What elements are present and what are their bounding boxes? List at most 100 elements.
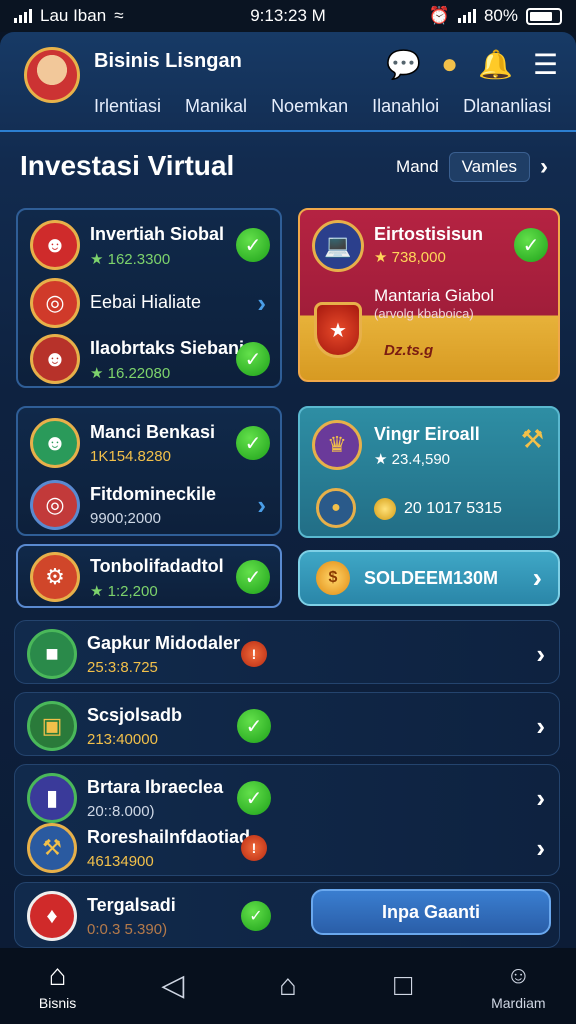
check-icon: ✓ <box>236 426 270 460</box>
coin-bag-icon[interactable]: ● <box>441 48 458 81</box>
app-header: Bisinis Lisngan 💬 ● 🔔 ☰ Irlentiasi Manik… <box>0 32 576 132</box>
alarm-icon: ⏰ <box>428 6 450 25</box>
tab-2[interactable]: Manikal <box>185 96 247 117</box>
computer-icon: 💻 <box>312 220 364 272</box>
battery-icon <box>526 7 562 25</box>
target-icon: ◎ <box>30 480 80 530</box>
tab-1[interactable]: Irlentiasi <box>94 96 161 117</box>
chevron-right-icon[interactable]: › <box>536 711 545 742</box>
card-icon: ■ <box>27 629 77 679</box>
nav-back[interactable]: ◁ <box>133 971 213 1001</box>
tab-4[interactable]: Ilanahloi <box>372 96 439 117</box>
gold-button[interactable]: $ SOLDEEM130M › <box>298 550 560 606</box>
item-title: Tonbolifadadtol <box>90 556 224 576</box>
gear-icon: ⚙ <box>30 552 80 602</box>
card-title: Eirtostisisun <box>374 224 484 244</box>
tab-5[interactable]: Dlananliasi <box>463 96 551 117</box>
item-title: Tergalsadi <box>87 895 176 915</box>
investment-card-3[interactable]: ⚙ Tonbolifadadtol ★ 1:2,200 ✓ <box>16 544 282 608</box>
target-icon: ◎ <box>30 278 80 328</box>
nav-profile[interactable]: ☺ Mardiam <box>478 961 558 1011</box>
item-value: 1K154.8280 <box>90 448 171 465</box>
check-icon: ✓ <box>237 709 271 743</box>
investment-card-2: ☻ Manci Benkasi 1K154.8280 ✓ ◎ Fitdomine… <box>16 406 282 536</box>
trophy-icon: ♛ <box>312 420 362 470</box>
card-tag: Dz.ts.g <box>384 342 434 359</box>
card-line2: (arvolg kbaboica) <box>374 306 474 321</box>
teal-card[interactable]: ♛ Vingr Eiroall ★ 23.4,590 ⚒ ● 20 1017 5… <box>298 406 560 538</box>
item-title: Eebai Hialiate <box>90 292 202 312</box>
item-value: 46134900 <box>87 853 154 870</box>
menu-icon[interactable]: ☰ <box>533 48 558 81</box>
investment-card-1: ☻ Invertiah Siobal ★ 162.3300 ✓ ◎ Eebai … <box>16 208 282 388</box>
featured-card[interactable]: 💻 Eirtostisisun ★ 738,000 ✓ ★ Mantaria G… <box>298 208 560 382</box>
check-icon: ✓ <box>514 228 548 262</box>
action-button[interactable]: Inpa Gaanti <box>311 889 551 935</box>
avatar[interactable] <box>24 47 80 103</box>
check-icon: ✓ <box>236 228 270 262</box>
list-item[interactable]: ⚙ Tonbolifadadtol ★ 1:2,200 ✓ <box>18 546 280 606</box>
list-item-5[interactable]: ♦ Tergalsadi 0:0.3 5.390) ✓ Inpa Gaanti <box>14 882 560 948</box>
list-item[interactable]: ◎ Fitdomineckile 9900;2000 › <box>18 474 280 534</box>
app-window: Bisinis Lisngan 💬 ● 🔔 ☰ Irlentiasi Manik… <box>0 32 576 948</box>
item-value: ★ 162.3300 <box>90 251 171 268</box>
card-value: ★ 23.4,590 <box>374 451 451 468</box>
segment-right[interactable]: Vamles <box>448 152 530 182</box>
item-title: Manci Benkasi <box>90 422 216 442</box>
chevron-right-icon[interactable]: › <box>536 639 545 670</box>
item-title: Fitdomineckile <box>90 484 217 504</box>
chevron-right-icon[interactable]: › <box>257 490 266 521</box>
list-item-group: ▮ Brtara Ibraeclea 20::8.000) ✓ › ⚒ Rore… <box>14 764 560 876</box>
list-item[interactable]: ☻ Manci Benkasi 1K154.8280 ✓ <box>18 412 280 472</box>
battery-percent: 80% <box>483 6 518 25</box>
list-item[interactable]: ⚒ Roreshailnfdaotiad 46134900 ! › <box>15 817 559 877</box>
avatar-icon: ☻ <box>30 220 80 270</box>
item-title: Invertiah Siobal <box>90 224 225 244</box>
alert-icon: ! <box>241 835 267 861</box>
coin-value: 20 1017 5315 <box>404 500 502 517</box>
page-title: Bisinis Lisngan <box>94 50 242 72</box>
list-item[interactable]: ☻ Invertiah Siobal ★ 162.3300 ✓ <box>18 214 280 274</box>
item-value: ★ 1:2,200 <box>90 583 158 600</box>
check-icon: ✓ <box>236 560 270 594</box>
person-icon: ☺ <box>506 962 531 989</box>
card-line1: Mantaria Giabol <box>374 286 495 305</box>
chevron-right-icon[interactable]: › <box>536 833 545 864</box>
house-icon: ⌂ <box>48 959 67 992</box>
card-value: ★ 738,000 <box>374 249 446 266</box>
shield-icon: ★ <box>314 302 362 358</box>
coin-badge-icon: ● <box>316 488 356 528</box>
chevron-right-icon[interactable]: › <box>257 288 266 319</box>
chevron-right-icon[interactable]: › <box>540 153 548 181</box>
avatar-icon: ☻ <box>30 334 80 384</box>
check-icon: ✓ <box>236 342 270 376</box>
wrench-icon: ⚒ <box>27 823 77 873</box>
nav-profile-label: Mardiam <box>491 995 546 1011</box>
list-item-1[interactable]: ■ Gapkur Midodaler 25:3:8.725 ! › <box>14 620 560 684</box>
coin-icon: $ <box>316 561 350 595</box>
wifi-icon: ≈ <box>114 6 124 25</box>
item-value: 213:40000 <box>87 731 158 748</box>
tab-3[interactable]: Noemkan <box>271 96 348 117</box>
item-title: Roreshailnfdaotiad <box>87 827 251 847</box>
nav-home[interactable]: ⌂ Bisnis <box>18 959 98 1012</box>
list-item[interactable]: ◎ Eebai Hialiate › <box>18 272 280 332</box>
avatar-icon: ☻ <box>30 418 80 468</box>
chevron-right-icon[interactable]: › <box>536 783 545 814</box>
chat-icon[interactable]: 💬 <box>386 48 421 81</box>
alert-icon: ! <box>241 641 267 667</box>
check-icon: ✓ <box>241 901 271 931</box>
item-value: ★ 16.22080 <box>90 365 171 382</box>
coin-icon <box>374 498 396 520</box>
home-outline-icon: ⌂ <box>278 969 298 1002</box>
card-title: Vingr Eiroall <box>374 424 480 444</box>
list-item-2[interactable]: ▣ Scsjolsadb 213:40000 ✓ › <box>14 692 560 756</box>
bottom-nav: ⌂ Bisnis ◁ ⌂ □ ☺ Mardiam <box>0 948 576 1024</box>
nav-recents[interactable]: □ <box>363 971 443 1001</box>
list-item[interactable]: ☻ Ilaobrtaks Siebani ★ 16.22080 ✓ <box>18 328 280 388</box>
nav-home-system[interactable]: ⌂ <box>248 971 328 1001</box>
diamond-icon: ♦ <box>27 891 77 941</box>
notification-bell-icon[interactable]: 🔔 <box>478 48 513 81</box>
item-value: 9900;2000 <box>90 510 161 527</box>
segment-left[interactable]: Mand <box>396 157 439 177</box>
